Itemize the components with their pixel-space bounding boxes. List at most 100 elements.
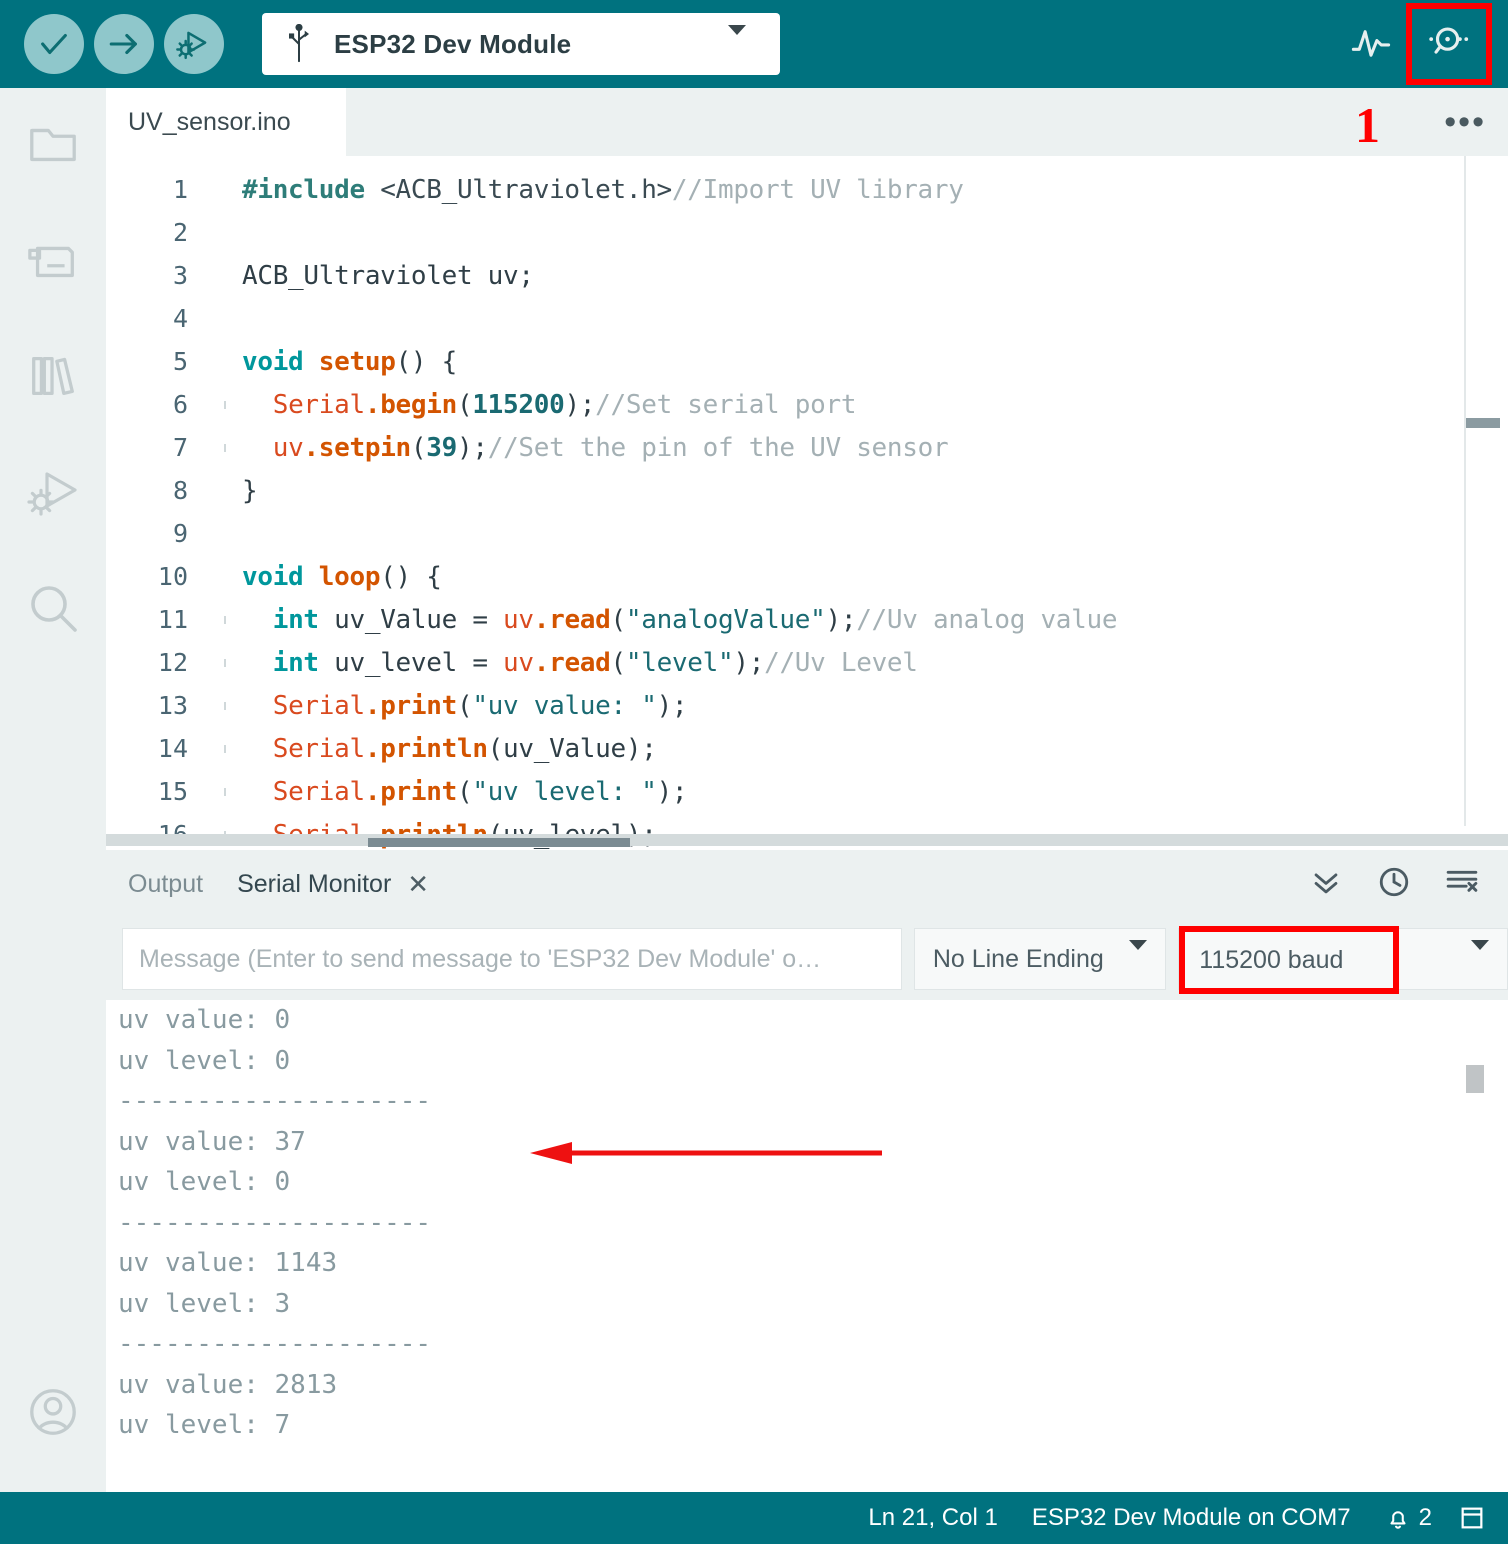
debug-bug-icon [176, 26, 212, 62]
chevron-down-icon [1129, 940, 1148, 968]
code-text: Serial.begin(115200);//Set serial port [272, 389, 857, 420]
serial-plotter-button[interactable] [1334, 9, 1408, 79]
serial-output-console[interactable]: uv value: 0 uv level: 0 ------------------… [106, 1000, 1508, 1492]
message-input-placeholder: Message (Enter to send message to 'ESP32… [139, 944, 822, 973]
console-line: uv level: 3 [118, 1288, 291, 1319]
tab-output[interactable]: Output [128, 870, 203, 899]
toolbar-right-actions [1334, 3, 1492, 85]
serial-input-row: Message (Enter to send message to 'ESP32… [106, 918, 1508, 1000]
line-number: 8 [172, 476, 188, 505]
boards-manager-icon [26, 233, 80, 292]
line-number: 15 [157, 777, 188, 806]
sidebar-item-debug[interactable] [0, 436, 106, 552]
upload-button[interactable] [94, 14, 154, 74]
editor-horizontal-scrollbar[interactable] [368, 838, 630, 847]
editor-minimap-divider [1464, 156, 1466, 826]
annotation-marker-1: 1 [1355, 97, 1380, 153]
code-text: #include <ACB_Ultraviolet.h>//Import UV … [242, 174, 964, 205]
line-number: 5 [172, 347, 188, 376]
arduino-ide-window: ESP32 Dev Module UV_sensor.ino 1 ••• 1 #… [0, 0, 1508, 1544]
verify-button[interactable] [24, 14, 84, 74]
editor-vertical-scrollbar[interactable] [1466, 418, 1500, 428]
line-ending-value: No Line Ending [932, 944, 1104, 973]
code-line: 10 void loop() { [106, 555, 1508, 598]
bell-icon [1385, 1505, 1411, 1531]
status-notifications[interactable]: 2 [1385, 1504, 1432, 1532]
line-number: 4 [172, 304, 188, 333]
library-manager-icon [26, 349, 80, 408]
clear-output-icon [1444, 864, 1480, 905]
code-line: 12 int uv_level = uv.read("level");//Uv … [106, 641, 1508, 684]
toggle-autoscroll-button[interactable] [1306, 864, 1346, 904]
code-text: void loop() { [242, 561, 442, 592]
cursor-position: Ln 21, Col 1 [868, 1504, 998, 1531]
search-icon [25, 580, 81, 641]
editor-tab-bar: UV_sensor.ino 1 ••• [106, 88, 1508, 156]
debug-button[interactable] [164, 14, 224, 74]
sidebar-item-sketchbook[interactable] [0, 88, 106, 204]
console-line: -------------------- [118, 1329, 432, 1359]
console-line: uv level: 0 [118, 1045, 291, 1076]
line-number: 9 [172, 519, 188, 548]
status-bar: Ln 21, Col 1 ESP32 Dev Module on COM7 2 [0, 1492, 1508, 1544]
code-line: 8} [106, 469, 1508, 512]
chevron-down-icon[interactable] [1471, 940, 1489, 968]
debug-icon [25, 464, 81, 525]
code-editor[interactable]: 1 #include <ACB_Ultraviolet.h>//Import UV… [106, 156, 1508, 850]
message-input[interactable]: Message (Enter to send message to 'ESP32… [122, 928, 902, 990]
code-text: Serial.print("uv value: "); [272, 690, 688, 721]
toggle-panel-icon[interactable] [1458, 1504, 1486, 1532]
close-icon[interactable]: ✕ [407, 869, 429, 900]
autoscroll-chevrons-icon [1309, 865, 1343, 904]
clear-output-button[interactable] [1442, 864, 1482, 904]
line-number: 3 [172, 261, 188, 290]
sidebar-item-library-manager[interactable] [0, 320, 106, 436]
sidebar-item-boards-manager[interactable] [0, 204, 106, 320]
console-line: -------------------- [118, 1207, 432, 1238]
code-line: 3 ACB_Ultraviolet uv; [106, 254, 1508, 297]
editor-horizontal-scroll-rail [106, 834, 1508, 846]
baud-rate-select[interactable]: 115200 baud [1178, 926, 1508, 994]
code-line: 15 Serial.print("uv level: "); [106, 770, 1508, 813]
tab-serial-monitor[interactable]: Serial Monitor [237, 870, 391, 899]
console-lines: uv value: 0 uv level: 0 ------------------… [106, 1000, 1508, 1446]
serial-monitor-button[interactable] [1406, 3, 1492, 85]
arrow-right-icon [107, 27, 141, 61]
line-number: 6 [172, 390, 188, 419]
code-line: 9 [106, 512, 1508, 555]
editor-zone: UV_sensor.ino 1 ••• 1 #include <ACB_Ultra… [106, 88, 1508, 850]
chevron-down-icon[interactable] [728, 25, 746, 53]
console-scrollbar[interactable] [1466, 1065, 1484, 1093]
sidebar-item-search[interactable] [0, 552, 106, 668]
editor-tab-uv-sensor[interactable]: UV_sensor.ino [106, 88, 346, 156]
line-number: 14 [157, 734, 188, 763]
editor-tab-label: UV_sensor.ino [128, 107, 291, 136]
code-line: 6 Serial.begin(115200);//Set serial port [106, 383, 1508, 426]
line-number: 12 [157, 648, 188, 677]
code-text: ACB_Ultraviolet uv; [242, 260, 534, 291]
line-number: 2 [172, 218, 188, 247]
sidebar-item-account[interactable] [0, 1356, 106, 1472]
main-toolbar: ESP32 Dev Module [0, 0, 1508, 88]
code-text: Serial.println(uv_Value); [272, 733, 657, 764]
baud-rate-value: 115200 baud [1199, 945, 1344, 974]
code-line: 13 Serial.print("uv value: "); [106, 684, 1508, 727]
folder-icon [26, 117, 80, 176]
console-line: uv value: 1143 [118, 1248, 338, 1278]
line-ending-select[interactable]: No Line Ending [913, 928, 1167, 990]
code-text: Serial.print("uv level: "); [272, 776, 688, 807]
console-line: -------------------- [118, 1086, 432, 1116]
notification-count: 2 [1418, 1504, 1432, 1531]
console-line: uv value: 0 [118, 1005, 291, 1035]
code-line: 14 Serial.println(uv_Value); [106, 727, 1508, 770]
board-selector[interactable]: ESP32 Dev Module [262, 13, 780, 75]
baud-rate-highlight[interactable]: 115200 baud [1179, 926, 1400, 994]
editor-more-button[interactable]: ••• [1444, 104, 1486, 139]
line-number: 10 [157, 562, 188, 591]
code-lines: 1 #include <ACB_Ultraviolet.h>//Import UV… [106, 156, 1508, 850]
code-line: 2 [106, 211, 1508, 254]
code-line: 4 [106, 297, 1508, 340]
code-text: int uv_Value = uv.read("analogValue");//… [272, 604, 1118, 635]
line-number: 1 [172, 175, 188, 204]
toggle-timestamp-button[interactable] [1374, 864, 1414, 904]
